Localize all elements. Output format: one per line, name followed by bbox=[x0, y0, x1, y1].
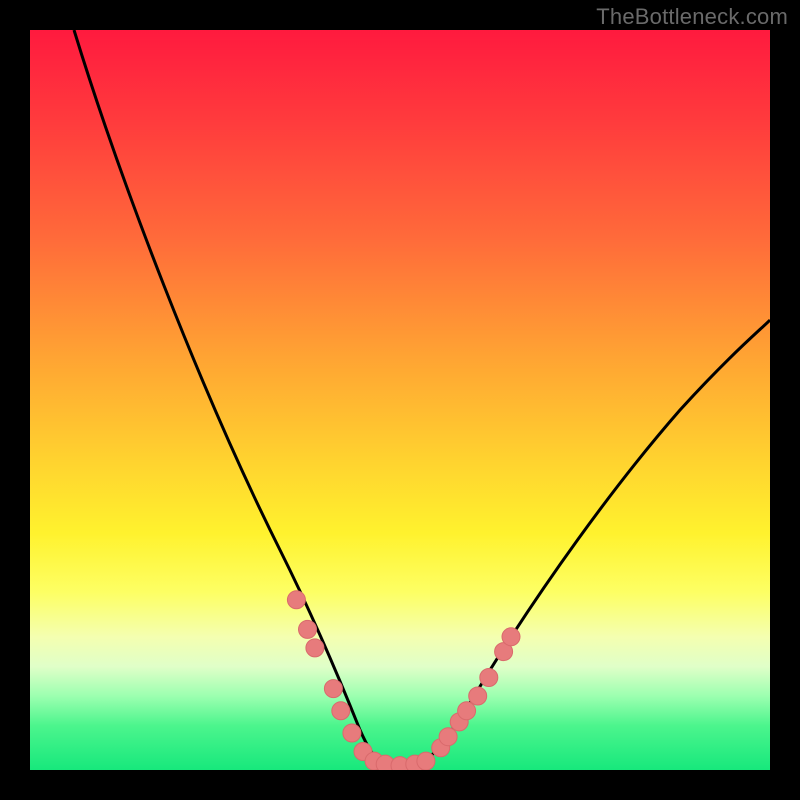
data-marker bbox=[469, 687, 487, 705]
data-marker bbox=[458, 702, 476, 720]
curve-group bbox=[74, 30, 770, 764]
bottleneck-curve-svg bbox=[30, 30, 770, 770]
data-marker bbox=[299, 620, 317, 638]
data-marker bbox=[417, 752, 435, 770]
chart-frame: TheBottleneck.com bbox=[0, 0, 800, 800]
data-marker bbox=[502, 628, 520, 646]
data-marker bbox=[306, 639, 324, 657]
left-curve bbox=[74, 30, 380, 761]
data-marker bbox=[287, 591, 305, 609]
data-marker bbox=[324, 680, 342, 698]
watermark-text: TheBottleneck.com bbox=[596, 4, 788, 30]
marker-group bbox=[287, 591, 520, 770]
data-marker bbox=[332, 702, 350, 720]
plot-area bbox=[30, 30, 770, 770]
data-marker bbox=[343, 724, 361, 742]
data-marker bbox=[480, 669, 498, 687]
data-marker bbox=[439, 728, 457, 746]
